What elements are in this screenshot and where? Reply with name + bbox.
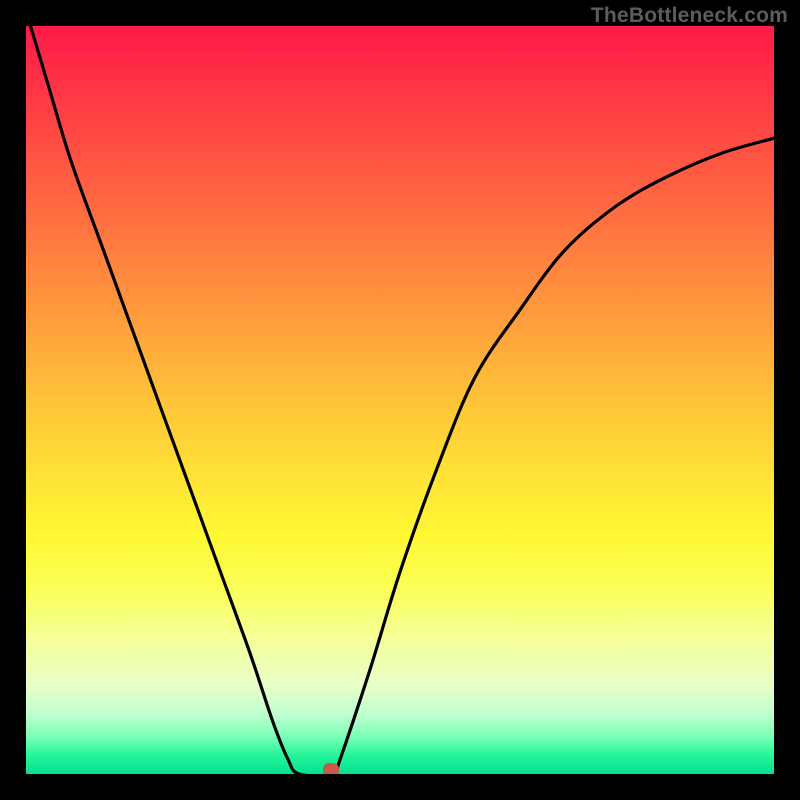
minimum-marker-dot: [323, 763, 339, 774]
chart-frame: TheBottleneck.com: [0, 0, 800, 800]
plot-area: [26, 26, 774, 774]
v-curve-line: [26, 26, 774, 774]
watermark-text: TheBottleneck.com: [591, 4, 788, 28]
